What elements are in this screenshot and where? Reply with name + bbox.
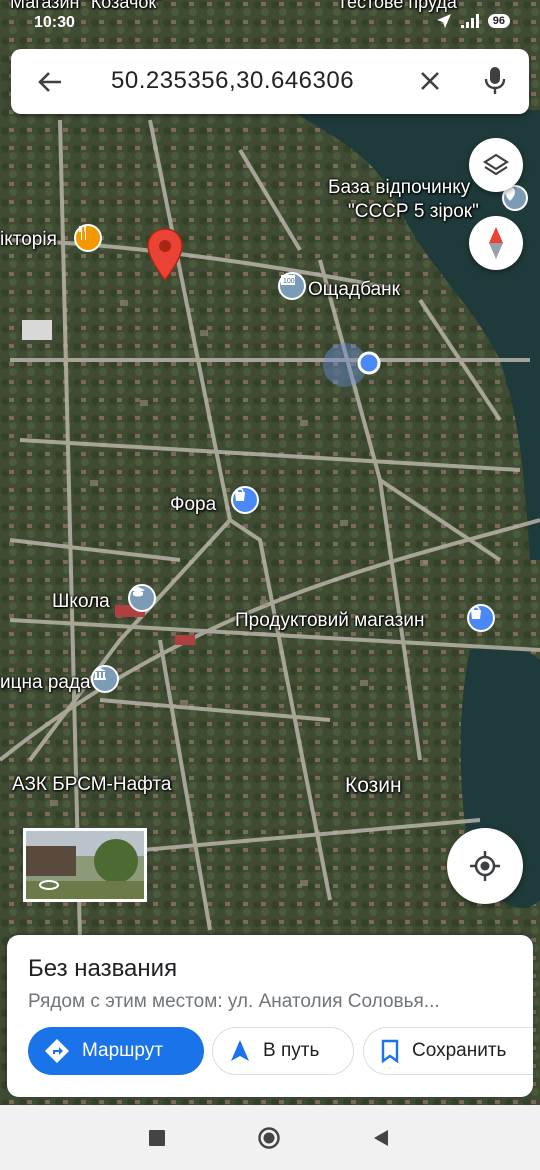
route-button[interactable]: Маршрут — [28, 1027, 204, 1075]
map-label-council[interactable]: ицна рада — [0, 672, 91, 694]
location-arrow-icon — [436, 14, 451, 28]
signal-icon — [460, 14, 479, 28]
map-label-base[interactable]: База відпочинку "СССР 5 зірок" — [328, 176, 479, 224]
restaurant-icon[interactable] — [74, 224, 102, 252]
back-arrow-icon[interactable] — [35, 67, 65, 97]
my-location-icon — [470, 851, 500, 881]
status-time: 10:30 — [34, 14, 75, 31]
route-button-label: Маршрут — [82, 1040, 163, 1061]
map-label-shop-top: Магазин "Козачок" — [10, 0, 163, 12]
navigation-icon — [231, 1040, 249, 1061]
map-label-oschadbank[interactable]: Ощадбанк — [308, 279, 400, 301]
map-label-gas[interactable]: АЗК БРСМ-Нафта — [12, 774, 171, 796]
map-label-school[interactable]: Школа — [52, 591, 110, 613]
map-label-fora[interactable]: Фора — [170, 494, 216, 516]
map-label-pond-top: Тестове пруда — [337, 0, 457, 12]
bookmark-icon — [381, 1039, 399, 1063]
status-icons: 96 — [436, 13, 510, 29]
map-label-base-line2: "СССР 5 зірок" — [348, 201, 479, 222]
shopping-bag-icon-2[interactable] — [467, 604, 495, 632]
street-view-thumbnail[interactable] — [23, 828, 147, 902]
place-title: Без названия — [28, 955, 178, 982]
compass-icon — [489, 227, 503, 259]
my-location-button[interactable] — [447, 828, 523, 904]
bank-icon[interactable]: 100 — [278, 272, 306, 300]
layers-icon — [482, 153, 510, 176]
map-label-kozyn[interactable]: Козин — [345, 774, 402, 798]
status-bar: 10:30 Магазин "Козачок" Тестове пруда 96 — [0, 0, 540, 40]
school-icon[interactable] — [128, 584, 156, 612]
go-button-label: В путь — [263, 1040, 320, 1061]
home-icon[interactable] — [257, 1126, 281, 1150]
close-icon[interactable] — [415, 66, 445, 96]
system-nav-bar — [0, 1105, 540, 1170]
back-icon[interactable] — [372, 1129, 390, 1147]
mic-icon[interactable] — [483, 65, 507, 97]
compass-button[interactable] — [469, 216, 523, 270]
save-button[interactable]: Сохранить — [363, 1027, 533, 1075]
rotate-360-icon — [39, 880, 59, 890]
map-label-product-shop[interactable]: Продуктовий магазин — [235, 610, 424, 632]
map-label-base-line1: База відпочинку — [328, 177, 471, 198]
place-sheet[interactable]: Без названия Рядом с этим местом: ул. Ан… — [7, 935, 533, 1097]
search-query[interactable]: 50.235356,30.646306 — [111, 67, 354, 95]
save-button-label: Сохранить — [412, 1040, 507, 1061]
directions-icon — [45, 1039, 69, 1063]
place-subtitle: Рядом с этим местом: ул. Анатолия Соловь… — [28, 991, 440, 1012]
government-icon[interactable] — [91, 665, 119, 693]
map-label-viktoria[interactable]: ікторія — [0, 229, 57, 251]
svg-text:100: 100 — [283, 278, 295, 285]
dropped-pin-icon[interactable] — [146, 228, 184, 282]
go-button[interactable]: В путь — [212, 1027, 354, 1075]
recents-icon[interactable] — [148, 1129, 166, 1147]
battery-level: 96 — [487, 14, 510, 28]
search-bar[interactable]: 50.235356,30.646306 — [11, 49, 529, 114]
layers-button[interactable] — [469, 138, 523, 192]
shopping-bag-icon[interactable] — [231, 486, 259, 514]
